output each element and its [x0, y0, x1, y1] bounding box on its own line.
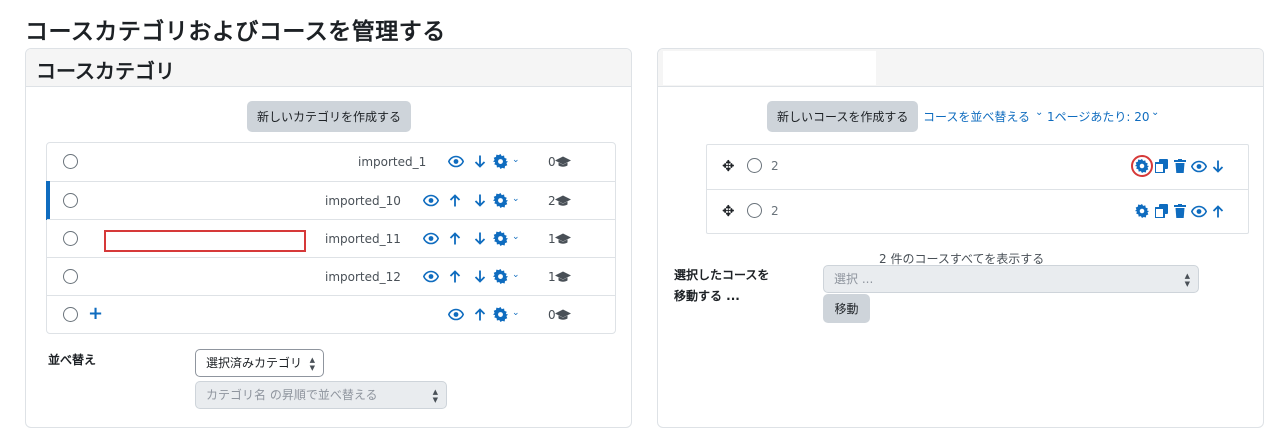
eye-icon[interactable]: [448, 308, 464, 321]
gear-icon[interactable]: [493, 307, 508, 322]
arrow-up-icon[interactable]: [449, 193, 461, 208]
arrow-down-icon[interactable]: [474, 231, 486, 246]
move-courses-label-2: 移動する ...: [674, 289, 740, 303]
category-row[interactable]: imported_1 ⌄ 0: [47, 143, 615, 181]
chevron-down-icon[interactable]: ⌄: [512, 233, 520, 242]
gear-icon[interactable]: [493, 193, 508, 208]
category-row[interactable]: imported_12 ⌄ 1: [47, 257, 615, 295]
arrow-up-icon[interactable]: [1212, 204, 1224, 219]
arrow-down-icon[interactable]: [474, 269, 486, 284]
gear-icon[interactable]: [493, 154, 508, 169]
select-arrow-icon: ▲ ▼: [432, 388, 438, 404]
arrow-up-icon[interactable]: [474, 307, 486, 322]
categories-panel: コースカテゴリ 新しいカテゴリを作成する imported_1 ⌄ 0 impo…: [25, 48, 632, 428]
select-arrow-icon: ▲ ▼: [309, 356, 315, 372]
create-course-button[interactable]: 新しいコースを作成する: [767, 101, 919, 132]
category-name[interactable]: imported_10: [325, 194, 401, 208]
graduation-cap-icon: [555, 270, 571, 283]
category-checkbox[interactable]: [63, 154, 78, 169]
categories-panel-header: コースカテゴリ: [26, 49, 631, 87]
chevron-down-icon[interactable]: ⌄: [512, 195, 520, 204]
eye-icon[interactable]: [448, 155, 464, 168]
move-target-select[interactable]: 選択 ... ▲ ▼: [823, 265, 1199, 293]
eye-icon[interactable]: [1191, 160, 1207, 173]
sort-courses-link[interactable]: コースを並べ替える: [923, 108, 1030, 125]
course-name[interactable]: 2: [771, 204, 779, 218]
category-row[interactable]: + ⌄ 0: [47, 295, 615, 333]
categories-panel-title: コースカテゴリ: [36, 59, 175, 83]
arrow-down-icon[interactable]: [474, 154, 486, 169]
graduation-cap-icon: [555, 194, 571, 207]
page-title: コースカテゴリおよびコースを管理する: [25, 19, 446, 45]
move-button[interactable]: 移動: [823, 294, 870, 323]
arrow-up-icon[interactable]: [449, 269, 461, 284]
eye-icon[interactable]: [423, 270, 439, 283]
trash-icon[interactable]: [1174, 204, 1186, 218]
courses-panel: 新しいコースを作成する コースを並べ替える ⌄ 1ページあたり: 20 ⌄ ✥ …: [657, 48, 1264, 428]
chevron-down-icon[interactable]: ⌄: [512, 271, 520, 280]
category-name[interactable]: imported_1: [358, 155, 426, 169]
course-checkbox[interactable]: [747, 158, 762, 173]
category-name[interactable]: imported_12: [325, 270, 401, 284]
course-row[interactable]: ✥ 2: [707, 145, 1248, 189]
sort-label: 並べ替え: [48, 353, 97, 367]
course-list: ✥ 2 ✥ 2: [706, 144, 1249, 234]
arrow-down-icon[interactable]: [1212, 159, 1224, 174]
category-checkbox[interactable]: [63, 193, 78, 208]
course-row[interactable]: ✥ 2: [707, 189, 1248, 233]
chevron-down-icon[interactable]: ⌄: [1035, 107, 1043, 118]
courses-panel-header: [658, 49, 1263, 87]
graduation-cap-icon: [555, 308, 571, 321]
category-row[interactable]: imported_11 ⌄ 1: [47, 219, 615, 257]
copy-icon[interactable]: [1155, 159, 1168, 173]
gear-icon[interactable]: [493, 231, 508, 246]
gear-icon[interactable]: [1135, 204, 1149, 218]
gear-icon[interactable]: [493, 269, 508, 284]
arrow-down-icon[interactable]: [474, 193, 486, 208]
copy-icon[interactable]: [1155, 204, 1168, 218]
per-page-link[interactable]: 1ページあたり: 20: [1047, 108, 1150, 125]
move-target-select-value: 選択 ...: [834, 272, 874, 286]
move-handle-icon[interactable]: ✥: [722, 159, 735, 174]
move-handle-icon[interactable]: ✥: [722, 204, 735, 219]
graduation-cap-icon: [555, 232, 571, 245]
move-courses-label: 選択したコースを: [674, 268, 770, 282]
eye-icon[interactable]: [423, 194, 439, 207]
category-row[interactable]: imported_10 ⌄ 2: [46, 181, 615, 220]
category-checkbox[interactable]: [63, 307, 78, 322]
course-checkbox[interactable]: [747, 203, 762, 218]
create-category-button[interactable]: 新しいカテゴリを作成する: [247, 101, 412, 132]
sort-category-select[interactable]: 選択済みカテゴリ ▲ ▼: [195, 349, 324, 377]
trash-icon[interactable]: [1174, 159, 1186, 173]
gear-icon[interactable]: [1135, 159, 1149, 173]
chevron-down-icon[interactable]: ⌄: [1151, 107, 1159, 118]
highlight-box: [104, 230, 306, 252]
course-name[interactable]: 2: [771, 159, 779, 173]
select-arrow-icon: ▲ ▼: [1184, 272, 1190, 288]
category-checkbox[interactable]: [63, 269, 78, 284]
sort-by-select-value: カテゴリ名 の昇順で並べ替える: [206, 388, 378, 402]
category-name[interactable]: imported_11: [325, 232, 401, 246]
category-checkbox[interactable]: [63, 231, 78, 246]
eye-icon[interactable]: [423, 232, 439, 245]
category-list: imported_1 ⌄ 0 imported_10 ⌄ 2 imported_…: [46, 142, 616, 334]
courses-panel-title: [663, 51, 876, 85]
expand-plus-icon[interactable]: +: [88, 305, 103, 323]
chevron-down-icon[interactable]: ⌄: [512, 156, 520, 165]
graduation-cap-icon: [555, 155, 571, 168]
sort-category-select-value: 選択済みカテゴリ: [206, 356, 303, 370]
eye-icon[interactable]: [1191, 205, 1207, 218]
chevron-down-icon[interactable]: ⌄: [512, 309, 520, 318]
arrow-up-icon[interactable]: [449, 231, 461, 246]
